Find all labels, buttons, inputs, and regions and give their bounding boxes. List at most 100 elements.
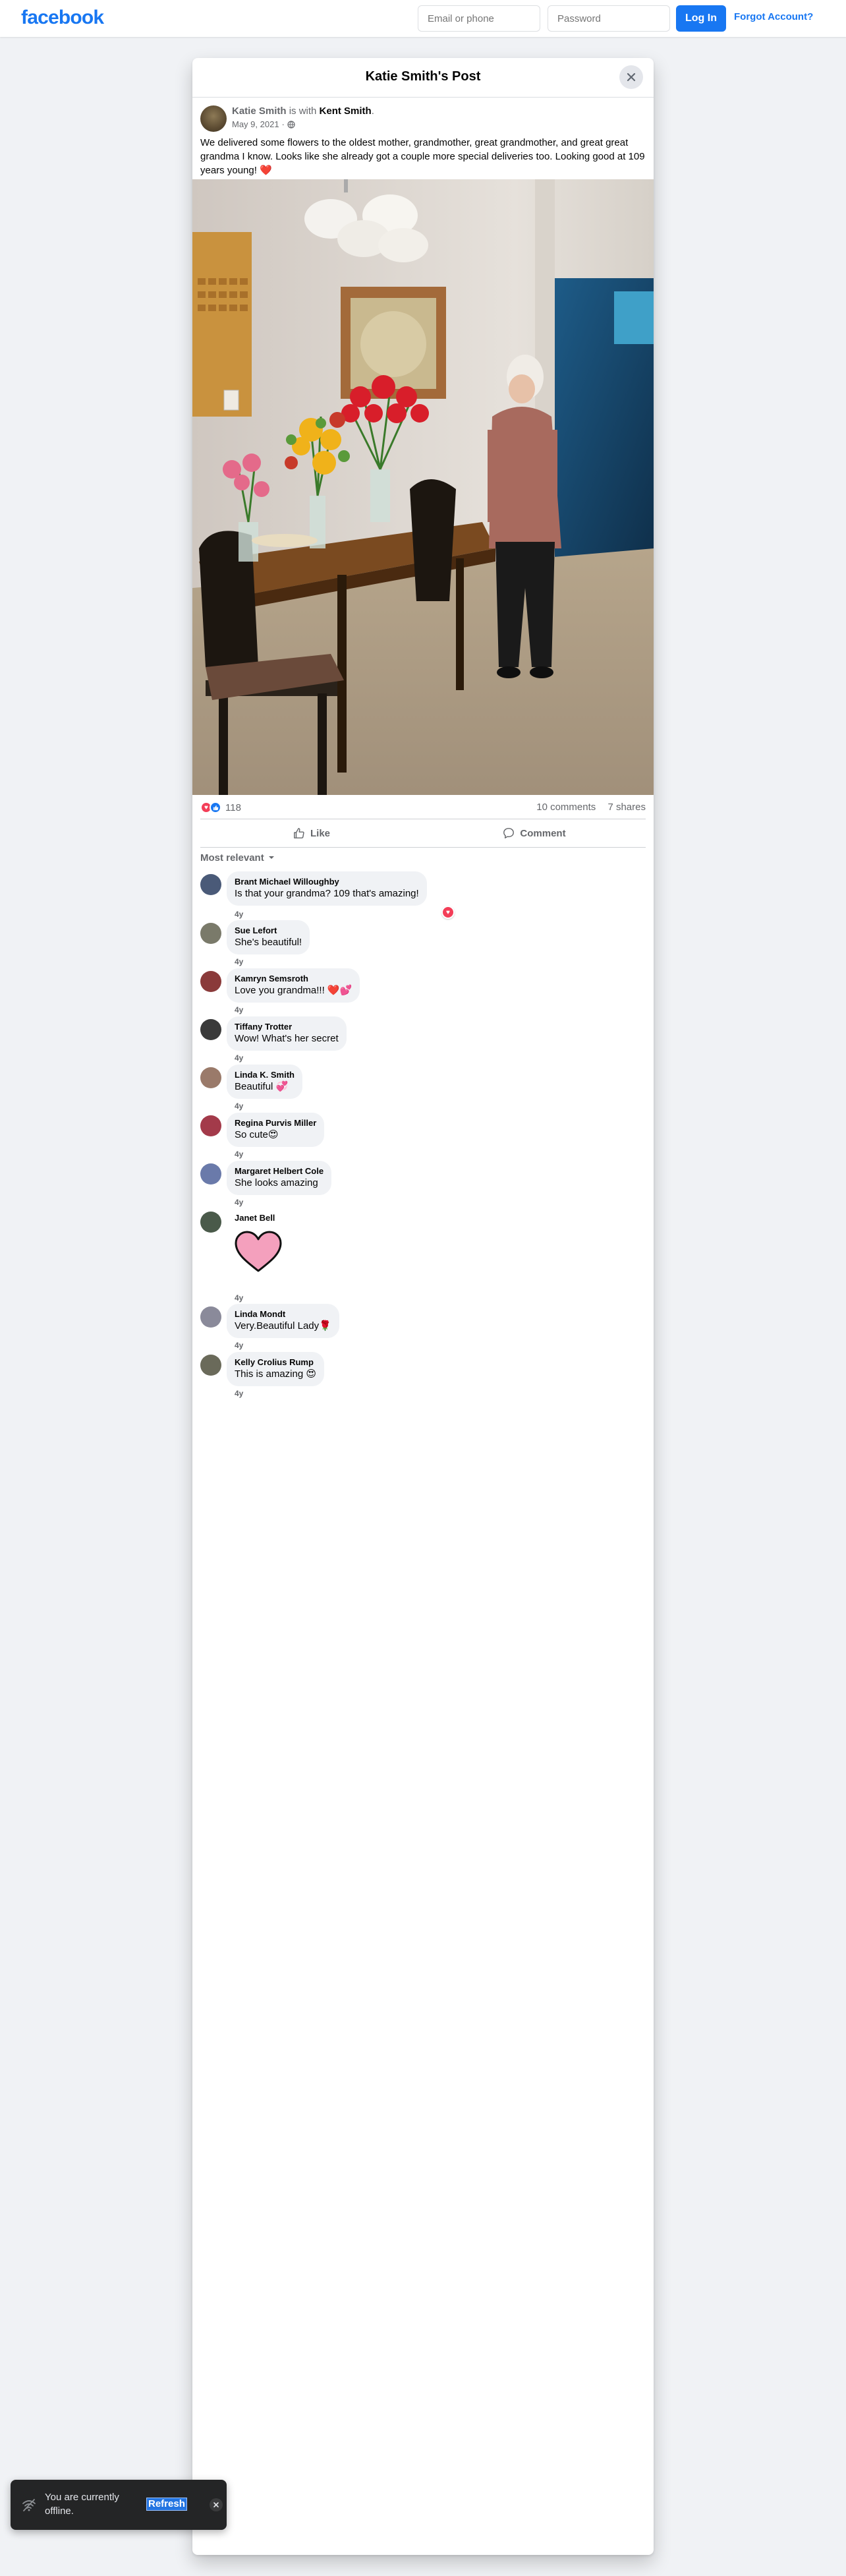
comment-item: Janet Bell 4y [200, 1209, 622, 1303]
commenter-avatar[interactable] [200, 1067, 221, 1088]
comment-button[interactable]: Comment [423, 819, 646, 847]
comments-count[interactable]: 10 comments [536, 802, 596, 813]
heart-sticker[interactable] [233, 1230, 283, 1273]
post-author-line: Katie Smith is with Kent Smith. [232, 105, 374, 117]
commenter-name[interactable]: Tiffany Trotter [235, 1022, 339, 1032]
comment-item: Tiffany Trotter Wow! What's her secret 4… [200, 1016, 622, 1063]
comment-time[interactable]: 4y [235, 910, 243, 919]
comments-list: Brant Michael Willoughby Is that your gr… [192, 867, 654, 1461]
comment-text: She looks amazing [235, 1177, 318, 1188]
commenter-avatar[interactable] [200, 923, 221, 944]
close-icon [627, 73, 636, 82]
commenter-name[interactable]: Linda Mondt [235, 1309, 331, 1320]
comment-text: This is amazing 😍 [235, 1368, 317, 1380]
post-date[interactable]: May 9, 2021 [232, 119, 279, 129]
commenter-name[interactable]: Kamryn Semsroth [235, 974, 352, 984]
comment-time[interactable]: 4y [235, 1341, 243, 1350]
comment-text: Love you grandma!!! ❤️💕 [235, 985, 352, 996]
close-button[interactable] [619, 65, 643, 89]
comment-bubble: Regina Purvis Miller So cute😍 [227, 1113, 325, 1147]
globe-icon [287, 120, 295, 129]
comment-time[interactable]: 4y [235, 1053, 243, 1063]
comment-item: Regina Purvis Miller So cute😍 4y [200, 1113, 622, 1159]
sort-label: Most relevant [200, 852, 264, 864]
comment-bubble: Brant Michael Willoughby Is that your gr… [227, 871, 427, 906]
comment-bubble: Margaret Helbert Cole She looks amazing [227, 1161, 332, 1195]
with-text: is with [289, 105, 317, 117]
log-in-button[interactable]: Log In [676, 5, 726, 32]
tagged-person[interactable]: Kent Smith [320, 105, 372, 117]
commenter-avatar[interactable] [200, 1019, 221, 1040]
email-field[interactable] [418, 5, 540, 32]
comment-time[interactable]: 4y [235, 1005, 243, 1014]
like-button[interactable]: Like [200, 819, 423, 847]
password-field[interactable] [548, 5, 670, 32]
close-icon [213, 2502, 219, 2507]
commenter-avatar[interactable] [200, 874, 221, 895]
reactions-summary[interactable]: ♥ 118 [200, 802, 241, 813]
love-reaction-icon[interactable]: ♥ [441, 906, 455, 919]
comment-bubble: Linda Mondt Very.Beautiful Lady🌹 [227, 1304, 339, 1338]
commenter-avatar[interactable] [200, 971, 221, 992]
commenter-avatar[interactable] [200, 1306, 221, 1328]
comment-text: Is that your grandma? 109 that's amazing… [235, 888, 419, 899]
reaction-count: 118 [225, 802, 241, 813]
forgot-account-link[interactable]: Forgot Account? [734, 11, 813, 22]
comment-text: She's beautiful! [235, 937, 302, 948]
comment-time[interactable]: 4y [235, 957, 243, 966]
comment-bubble: Tiffany Trotter Wow! What's her secret [227, 1016, 347, 1051]
commenter-avatar[interactable] [200, 1212, 221, 1233]
commenter-avatar[interactable] [200, 1115, 221, 1136]
shares-count[interactable]: 7 shares [607, 802, 646, 813]
offline-message: You are currently offline. [45, 2492, 119, 2517]
post-meta: May 9, 2021 · [232, 119, 295, 129]
offline-toast: You are currently offline. Refresh [11, 2480, 227, 2530]
commenter-name[interactable]: Kelly Crolius Rump [235, 1357, 316, 1368]
comment-icon [503, 828, 515, 838]
comment-item: Kelly Crolius Rump This is amazing 😍 4y [200, 1352, 622, 1398]
thumbs-up-icon [294, 828, 304, 838]
comment-bubble: Kelly Crolius Rump This is amazing 😍 [227, 1352, 325, 1386]
commenter-avatar[interactable] [200, 1355, 221, 1376]
comment-time[interactable]: 4y [235, 1101, 243, 1111]
commenter-name[interactable]: Brant Michael Willoughby [235, 877, 419, 887]
comment-time[interactable]: 4y [235, 1389, 243, 1398]
commenter-name[interactable]: Regina Purvis Miller [235, 1118, 316, 1128]
post-header: Katie Smith is with Kent Smith. May 9, 2… [192, 98, 654, 133]
commenter-name[interactable]: Margaret Helbert Cole [235, 1166, 324, 1177]
comment-time[interactable]: 4y [235, 1150, 243, 1159]
post-text: We delivered some flowers to the oldest … [200, 137, 645, 176]
dialog-title: Katie Smith's Post [365, 69, 481, 84]
comment-text: Beautiful 💞 [235, 1081, 289, 1092]
top-navigation-bar: facebook Log In Forgot Account? [0, 0, 846, 37]
comment-item: Sue Lefort She's beautiful! 4y [200, 920, 622, 966]
photo-illustration [192, 179, 654, 795]
comment-bubble: Linda K. Smith Beautiful 💞 [227, 1065, 302, 1099]
sort-comments-dropdown[interactable]: Most relevant [192, 848, 654, 867]
toast-close-button[interactable] [210, 2498, 223, 2511]
commenter-name[interactable]: Janet Bell [235, 1213, 275, 1223]
post-stats: ♥ 118 10 comments 7 shares [200, 795, 646, 819]
like-reaction-icon [210, 802, 221, 813]
comment-bubble: Sue Lefort She's beautiful! [227, 920, 310, 954]
engagement-counts: 10 comments 7 shares [536, 802, 646, 813]
comment-text: So cute😍 [235, 1129, 279, 1140]
commenter-avatar[interactable] [200, 1163, 221, 1185]
chevron-down-icon [268, 856, 274, 859]
comment-text: Very.Beautiful Lady🌹 [235, 1320, 331, 1332]
author-avatar[interactable] [200, 105, 227, 132]
comment-item: Brant Michael Willoughby Is that your gr… [200, 871, 622, 919]
commenter-name[interactable]: Linda K. Smith [235, 1070, 295, 1080]
commenter-name[interactable]: Sue Lefort [235, 925, 302, 936]
comment-time[interactable]: 4y [235, 1293, 243, 1303]
comment-item: Margaret Helbert Cole She looks amazing … [200, 1161, 622, 1207]
author-name[interactable]: Katie Smith [232, 105, 287, 117]
refresh-link[interactable]: Refresh [146, 2498, 187, 2511]
comment-time[interactable]: 4y [235, 1198, 243, 1207]
post-photo[interactable] [192, 179, 654, 795]
comment-bubble: Kamryn Semsroth Love you grandma!!! ❤️💕 [227, 968, 360, 1003]
comment-item: Kamryn Semsroth Love you grandma!!! ❤️💕 … [200, 968, 622, 1014]
like-label: Like [310, 827, 330, 839]
comment-item: Linda K. Smith Beautiful 💞 4y [200, 1065, 622, 1111]
facebook-logo[interactable]: facebook [21, 7, 104, 29]
